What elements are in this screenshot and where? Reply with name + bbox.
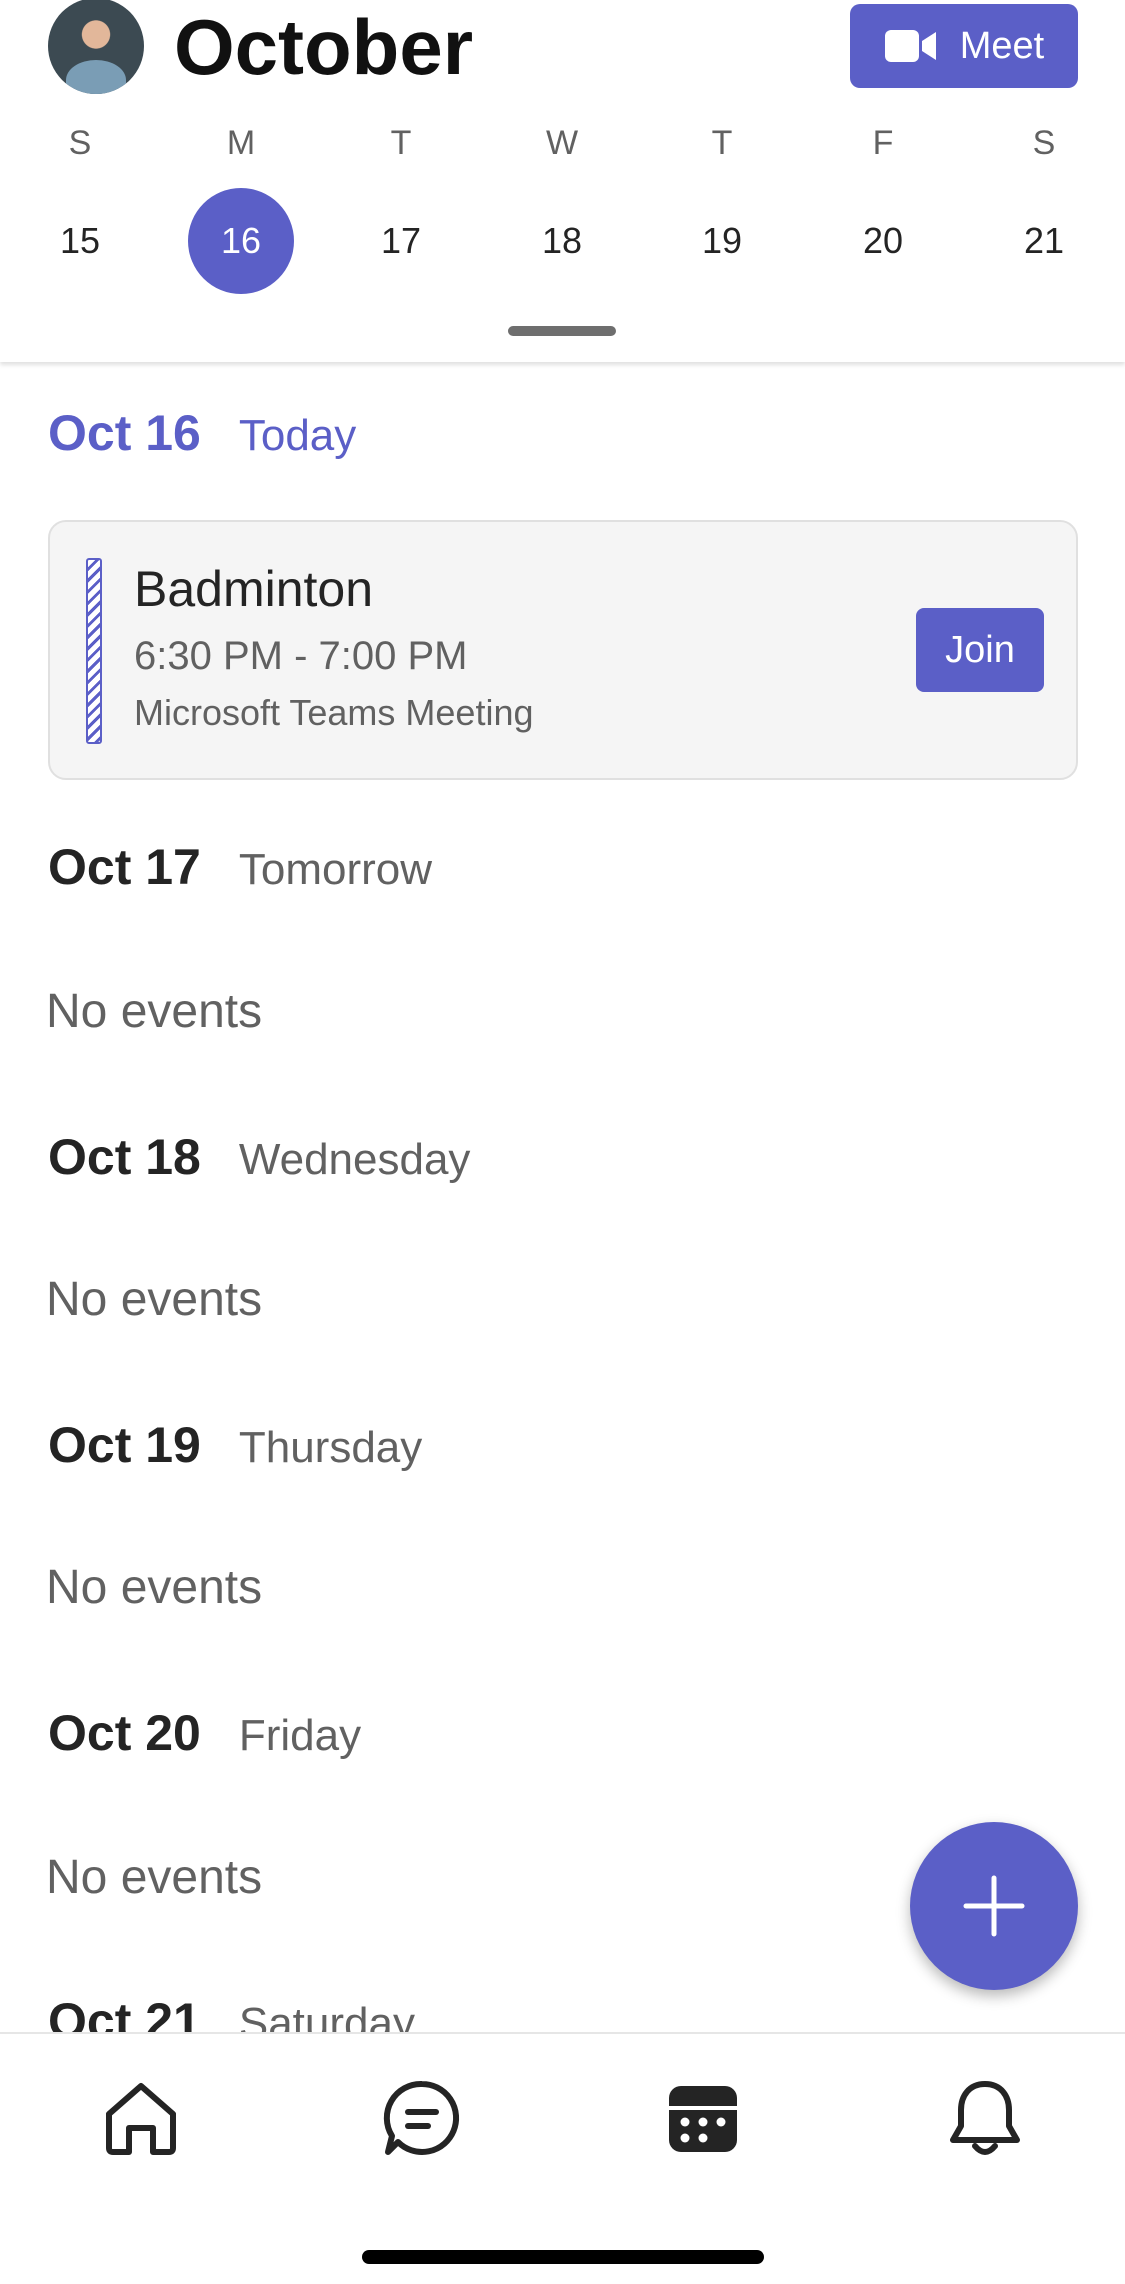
tab-calendar[interactable] <box>661 2076 745 2160</box>
weekday-label: T <box>390 124 412 162</box>
date-cell[interactable]: 20 <box>830 188 936 294</box>
calendar-header: October Meet S M T W T F S 15 16 17 18 1… <box>0 0 1125 362</box>
video-camera-icon <box>884 30 936 62</box>
bottom-tab-bar <box>0 2032 1125 2284</box>
day-label: Thursday <box>238 1423 423 1472</box>
event-card[interactable]: Badminton 6:30 PM - 7:00 PM Microsoft Te… <box>48 520 1078 780</box>
day-header-today: Oct 16 Today <box>48 404 356 462</box>
no-events-text: No events <box>46 1273 263 1326</box>
weekday-label: S <box>1032 124 1056 162</box>
date-cell[interactable]: 17 <box>348 188 454 294</box>
week-date-strip: 15 16 17 18 19 20 21 <box>0 188 1125 294</box>
day-date: Oct 17 <box>48 839 201 895</box>
plus-icon <box>963 1875 1025 1937</box>
day-header: Oct 21 Saturday <box>48 1992 415 2032</box>
no-events-text: No events <box>46 1851 263 1904</box>
day-label: Wednesday <box>238 1135 471 1184</box>
meet-button-label: Meet <box>959 24 1045 67</box>
day-label: Tomorrow <box>238 845 433 894</box>
day-date: Oct 16 <box>48 405 201 461</box>
weekday-label: S <box>68 124 92 162</box>
day-header: Oct 19 Thursday <box>48 1416 422 1474</box>
date-cell[interactable]: 15 <box>27 188 133 294</box>
no-events-text: No events <box>46 985 263 1038</box>
day-header: Oct 17 Tomorrow <box>48 838 432 896</box>
event-time: 6:30 PM - 7:00 PM <box>134 634 468 678</box>
event-subtitle: Microsoft Teams Meeting <box>134 692 534 733</box>
tab-home[interactable] <box>99 2076 183 2160</box>
day-header: Oct 18 Wednesday <box>48 1128 470 1186</box>
weekday-label: M <box>226 124 256 162</box>
day-date: Oct 21 <box>48 1993 201 2032</box>
day-label: Friday <box>238 1711 362 1760</box>
event-color-bar <box>86 558 102 744</box>
agenda-list[interactable]: Oct 16 Today Badminton 6:30 PM - 7:00 PM… <box>0 362 1125 2032</box>
meet-button[interactable]: Meet <box>850 4 1078 88</box>
event-title: Badminton <box>134 561 374 617</box>
tab-activity[interactable] <box>943 2076 1027 2160</box>
weekday-label: W <box>545 124 579 162</box>
day-date: Oct 20 <box>48 1705 201 1761</box>
weekday-label: T <box>711 124 733 162</box>
month-title: October <box>174 3 474 91</box>
no-events-text: No events <box>46 1561 263 1614</box>
weekday-row: S M T W T F S <box>0 124 1125 180</box>
home-icon <box>106 2083 176 2155</box>
avatar[interactable] <box>48 0 144 94</box>
day-label: Today <box>238 411 357 460</box>
tab-chat[interactable] <box>380 2076 464 2160</box>
day-label: Saturday <box>238 1999 415 2032</box>
expand-handle[interactable] <box>508 326 616 336</box>
join-button[interactable]: Join <box>916 608 1044 692</box>
calendar-icon <box>669 2086 737 2152</box>
home-indicator <box>362 2250 764 2264</box>
day-date: Oct 19 <box>48 1417 201 1473</box>
date-cell[interactable]: 18 <box>509 188 615 294</box>
date-cell[interactable]: 21 <box>991 188 1097 294</box>
day-header: Oct 20 Friday <box>48 1704 361 1762</box>
date-cell-selected[interactable]: 16 <box>188 188 294 294</box>
bell-icon <box>950 2081 1020 2155</box>
day-date: Oct 18 <box>48 1129 201 1185</box>
date-cell[interactable]: 19 <box>669 188 775 294</box>
chat-icon <box>383 2080 460 2155</box>
weekday-label: F <box>872 124 894 162</box>
new-event-button[interactable] <box>910 1822 1078 1990</box>
